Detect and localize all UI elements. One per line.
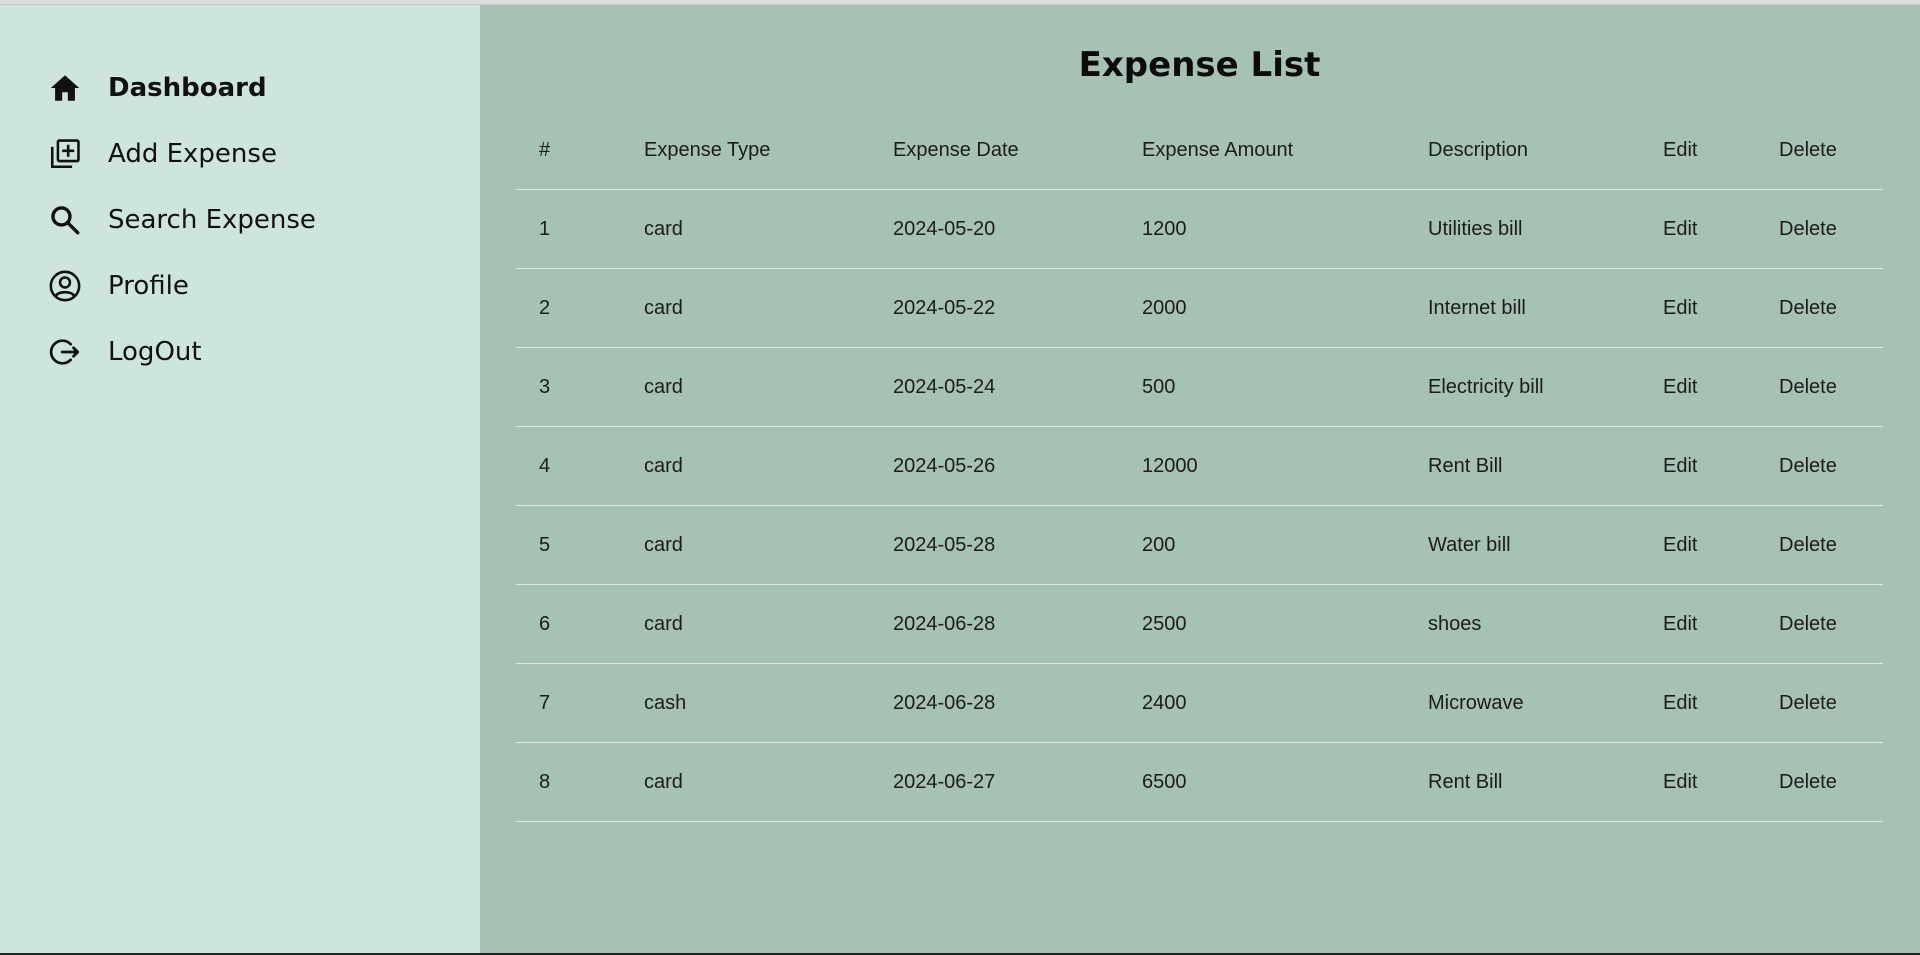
table-row: 6 card 2024-06-28 2500 shoes Edit Delete (516, 584, 1883, 664)
cell-expense-amount: 6500 (1142, 742, 1428, 822)
edit-link[interactable]: Edit (1663, 426, 1779, 506)
cell-index: 4 (516, 426, 644, 506)
cell-expense-type: card (644, 584, 893, 664)
column-header-index: # (516, 111, 644, 190)
table-row: 1 card 2024-05-20 1200 Utilities bill Ed… (516, 189, 1883, 269)
cell-expense-amount: 2500 (1142, 584, 1428, 664)
edit-link[interactable]: Edit (1663, 505, 1779, 585)
cell-expense-date: 2024-05-28 (893, 505, 1142, 585)
column-header-edit: Edit (1663, 111, 1779, 190)
cell-expense-amount: 2400 (1142, 663, 1428, 743)
edit-link[interactable]: Edit (1663, 742, 1779, 822)
expense-table: # Expense Type Expense Date Expense Amou… (516, 111, 1883, 822)
cell-expense-type: card (644, 189, 893, 269)
cell-description: Utilities bill (1428, 189, 1663, 269)
home-icon (48, 71, 82, 105)
cell-expense-type: card (644, 426, 893, 506)
table-row: 7 cash 2024-06-28 2400 Microwave Edit De… (516, 663, 1883, 743)
column-header-expense-type: Expense Type (644, 111, 893, 190)
cell-expense-amount: 2000 (1142, 268, 1428, 348)
sidebar-item-logout[interactable]: LogOut (0, 319, 480, 385)
cell-description: Internet bill (1428, 268, 1663, 348)
cell-description: shoes (1428, 584, 1663, 664)
cell-index: 2 (516, 268, 644, 348)
edit-link[interactable]: Edit (1663, 584, 1779, 664)
sidebar-item-label: LogOut (108, 337, 202, 367)
sidebar-item-search-expense[interactable]: Search Expense (0, 187, 480, 253)
cell-expense-date: 2024-06-27 (893, 742, 1142, 822)
cell-expense-amount: 200 (1142, 505, 1428, 585)
delete-link[interactable]: Delete (1779, 268, 1883, 348)
delete-link[interactable]: Delete (1779, 426, 1883, 506)
user-circle-icon (48, 269, 82, 303)
search-icon (48, 203, 82, 237)
cell-expense-date: 2024-05-20 (893, 189, 1142, 269)
cell-description: Rent Bill (1428, 426, 1663, 506)
cell-index: 7 (516, 663, 644, 743)
delete-link[interactable]: Delete (1779, 584, 1883, 664)
logout-icon (48, 335, 82, 369)
edit-link[interactable]: Edit (1663, 663, 1779, 743)
column-header-description: Description (1428, 111, 1663, 190)
cell-index: 6 (516, 584, 644, 664)
sidebar-item-label: Dashboard (108, 73, 267, 103)
column-header-delete: Delete (1779, 111, 1883, 190)
cell-expense-date: 2024-05-26 (893, 426, 1142, 506)
cell-expense-amount: 1200 (1142, 189, 1428, 269)
column-header-expense-date: Expense Date (893, 111, 1142, 190)
cell-expense-type: card (644, 347, 893, 427)
cell-expense-date: 2024-06-28 (893, 584, 1142, 664)
cell-description: Microwave (1428, 663, 1663, 743)
main-content: Expense List # Expense Type Expense Date… (480, 5, 1920, 953)
edit-link[interactable]: Edit (1663, 189, 1779, 269)
cell-expense-date: 2024-05-24 (893, 347, 1142, 427)
edit-link[interactable]: Edit (1663, 347, 1779, 427)
table-row: 8 card 2024-06-27 6500 Rent Bill Edit De… (516, 742, 1883, 822)
delete-link[interactable]: Delete (1779, 505, 1883, 585)
cell-expense-type: card (644, 268, 893, 348)
table-row: 2 card 2024-05-22 2000 Internet bill Edi… (516, 268, 1883, 348)
cell-expense-date: 2024-06-28 (893, 663, 1142, 743)
cell-expense-type: card (644, 505, 893, 585)
sidebar-item-profile[interactable]: Profile (0, 253, 480, 319)
cell-index: 8 (516, 742, 644, 822)
cell-expense-amount: 12000 (1142, 426, 1428, 506)
add-box-icon (48, 137, 82, 171)
page-title: Expense List (1078, 45, 1321, 85)
cell-index: 5 (516, 505, 644, 585)
table-body: 1 card 2024-05-20 1200 Utilities bill Ed… (516, 189, 1883, 822)
delete-link[interactable]: Delete (1779, 189, 1883, 269)
delete-link[interactable]: Delete (1779, 663, 1883, 743)
sidebar: Dashboard Add Expense Search Expense Pro… (0, 5, 480, 953)
sidebar-item-add-expense[interactable]: Add Expense (0, 121, 480, 187)
cell-description: Electricity bill (1428, 347, 1663, 427)
table-row: 5 card 2024-05-28 200 Water bill Edit De… (516, 505, 1883, 585)
column-header-expense-amount: Expense Amount (1142, 111, 1428, 190)
sidebar-item-dashboard[interactable]: Dashboard (0, 55, 480, 121)
delete-link[interactable]: Delete (1779, 742, 1883, 822)
sidebar-item-label: Search Expense (108, 205, 316, 235)
cell-expense-amount: 500 (1142, 347, 1428, 427)
delete-link[interactable]: Delete (1779, 347, 1883, 427)
cell-description: Water bill (1428, 505, 1663, 585)
cell-expense-type: cash (644, 663, 893, 743)
cell-expense-date: 2024-05-22 (893, 268, 1142, 348)
sidebar-item-label: Profile (108, 271, 189, 301)
edit-link[interactable]: Edit (1663, 268, 1779, 348)
cell-index: 3 (516, 347, 644, 427)
table-header-row: # Expense Type Expense Date Expense Amou… (516, 111, 1883, 190)
table-row: 4 card 2024-05-26 12000 Rent Bill Edit D… (516, 426, 1883, 506)
app-layout: Dashboard Add Expense Search Expense Pro… (0, 5, 1920, 953)
sidebar-item-label: Add Expense (108, 139, 277, 169)
cell-index: 1 (516, 189, 644, 269)
cell-description: Rent Bill (1428, 742, 1663, 822)
table-row: 3 card 2024-05-24 500 Electricity bill E… (516, 347, 1883, 427)
cell-expense-type: card (644, 742, 893, 822)
